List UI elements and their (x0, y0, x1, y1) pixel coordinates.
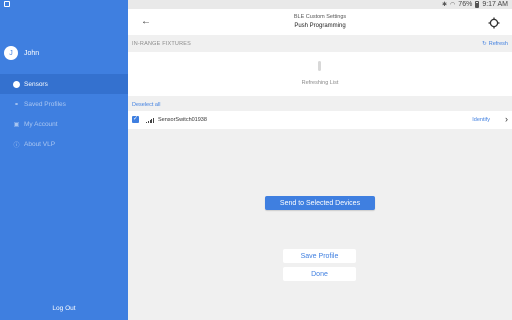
battery-percent: 76% (458, 1, 473, 8)
main-panel: ← BLE Custom Settings Push Programming I… (128, 9, 512, 320)
sidebar-item-saved-profiles[interactable]: ⚭ Saved Profiles (0, 94, 128, 114)
user-profile: J John (4, 46, 39, 60)
device-checkbox[interactable]: ✓ (132, 116, 139, 123)
loading-spinner-icon (318, 61, 321, 71)
signal-strength-icon (146, 117, 154, 123)
sidebar-item-sensors[interactable]: Sensors (0, 74, 128, 94)
screen-icon (4, 1, 10, 7)
chevron-right-icon[interactable]: › (505, 114, 508, 124)
section-title: IN-RANGE FIXTURES (132, 41, 192, 47)
send-to-selected-button[interactable]: Send to Selected Devices (265, 196, 375, 210)
crosshair-icon[interactable] (488, 16, 500, 29)
avatar: J (4, 46, 18, 60)
account-icon: ▣ (13, 121, 20, 128)
sidebar-item-my-account[interactable]: ▣ My Account (0, 114, 128, 134)
refreshing-text: Refreshing List (301, 80, 339, 86)
page-title: BLE Custom Settings (293, 14, 347, 20)
done-button[interactable]: Done (283, 267, 356, 281)
sidebar-item-about-vlp[interactable]: ⓘ About VLP (0, 134, 128, 154)
sidebar-item-label: Sensors (24, 80, 48, 88)
user-name: John (24, 49, 40, 57)
info-icon: ⓘ (13, 142, 20, 149)
device-name: SensorSwitch01938 (158, 117, 207, 123)
fixtures-section-header: IN-RANGE FIXTURES ↻ Refresh (128, 40, 512, 50)
deselect-all-link[interactable]: Deselect all (132, 102, 160, 108)
sidebar: J John Sensors ⚭ Saved Profiles ▣ My Acc… (0, 9, 128, 320)
wifi-icon: ◠ (450, 2, 456, 8)
refresh-label: Refresh (488, 41, 508, 47)
status-bar: ✱ ◠ 76% 9:17 AM (0, 0, 512, 9)
refreshing-panel: Refreshing List (128, 52, 512, 96)
sidebar-item-label: Saved Profiles (24, 100, 66, 108)
page-subtitle: Push Programming (294, 23, 346, 29)
bluetooth-icon: ✱ (442, 2, 448, 8)
status-bar-right: ✱ ◠ 76% 9:17 AM (128, 0, 512, 9)
clock: 9:17 AM (482, 1, 508, 8)
refresh-button[interactable]: ↻ Refresh (482, 41, 508, 47)
sidebar-item-label: My Account (24, 120, 58, 128)
save-profile-button[interactable]: Save Profile (283, 249, 356, 263)
sidebar-nav: Sensors ⚭ Saved Profiles ▣ My Account ⓘ … (0, 74, 128, 154)
sensors-dot-icon (13, 80, 20, 88)
sidebar-item-label: About VLP (24, 140, 56, 148)
logout-button[interactable]: Log Out (0, 305, 128, 312)
identify-link[interactable]: Identify (472, 117, 490, 123)
refresh-icon: ↻ (482, 41, 487, 47)
app-bar: ← BLE Custom Settings Push Programming (128, 9, 512, 35)
list-item[interactable]: ✓ SensorSwitch01938 Identify › (128, 111, 512, 129)
profiles-icon: ⚭ (13, 101, 20, 108)
battery-icon (475, 1, 480, 8)
